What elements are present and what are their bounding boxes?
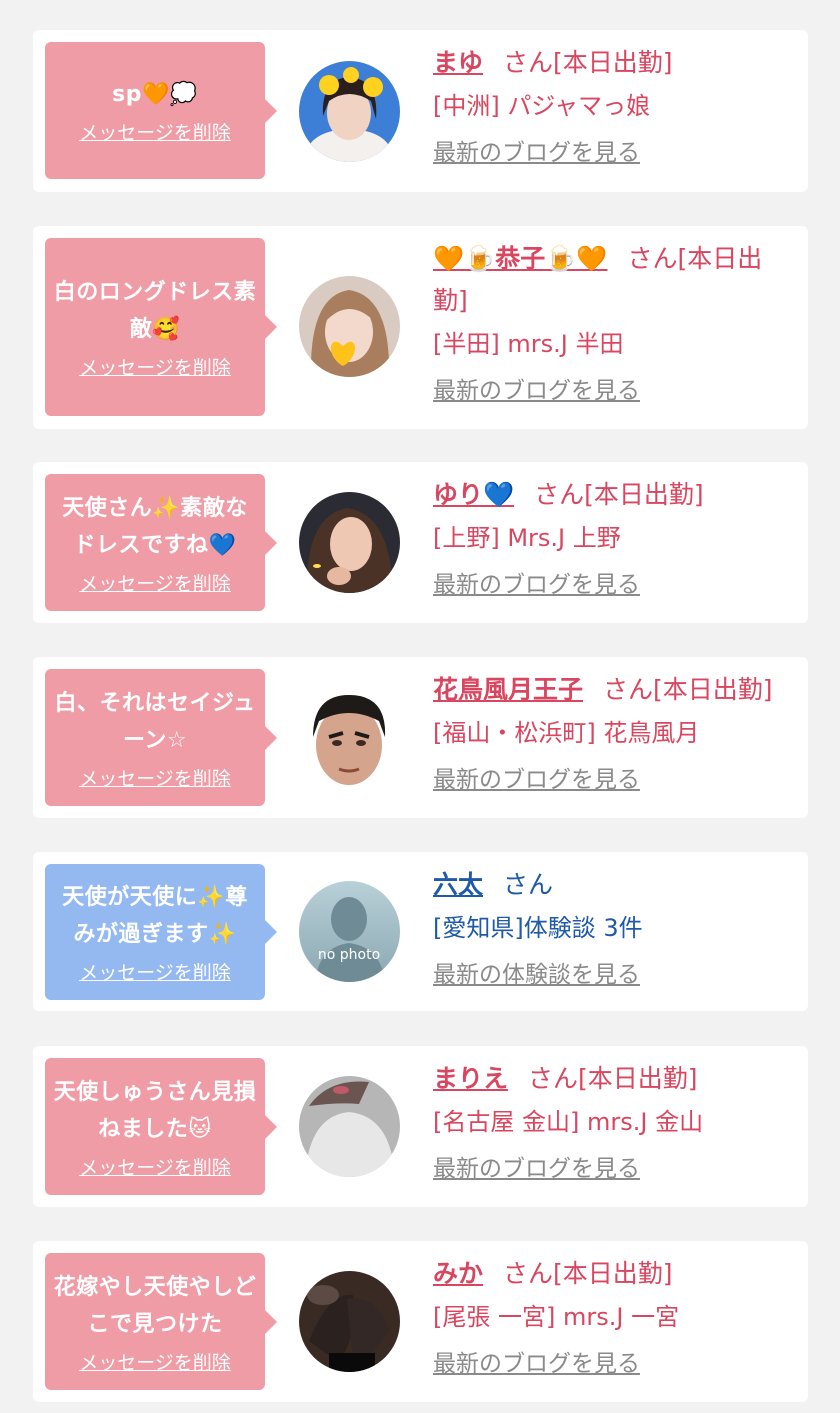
cast-info: みか さん[本日出勤] [尾張 一宮] mrs.J 一宮 最新のブログを見る: [433, 1253, 793, 1379]
review-count-label: [愛知県]体験談 3件: [433, 914, 643, 942]
message-card: 花嫁やし天使やしどこで見つけた メッセージを削除 みか さん[本日出勤] [尾張 …: [33, 1241, 808, 1402]
message-text: 天使が天使に✨尊みが過ぎます✨: [62, 885, 248, 947]
message-text: 白のロングドレス素敵🥰: [53, 280, 257, 342]
user-info: 六太 さん [愛知県]体験談 3件 最新の体験談を見る: [433, 864, 793, 990]
message-card: 天使しゅうさん見損ねました🐱 メッセージを削除 まりえ さん[本日出勤] [名古屋…: [33, 1046, 808, 1207]
cast-name-link[interactable]: まりえ: [433, 1064, 508, 1093]
view-blog-link[interactable]: 最新のブログを見る: [433, 765, 640, 795]
message-bubble: 天使が天使に✨尊みが過ぎます✨ メッセージを削除: [45, 864, 277, 1000]
cast-status: さん[本日出勤]: [603, 675, 773, 704]
delete-message-link[interactable]: メッセージを削除: [79, 1156, 231, 1180]
shop-label: [半田] mrs.J 半田: [433, 330, 624, 358]
delete-message-link[interactable]: メッセージを削除: [79, 961, 231, 985]
shop-label: [上野] Mrs.J 上野: [433, 524, 621, 552]
delete-message-link[interactable]: メッセージを削除: [79, 121, 231, 145]
cast-status: さん[本日出勤]: [528, 1064, 698, 1093]
message-text: sp🧡💭: [112, 82, 198, 107]
message-text: 花嫁やし天使やしどこで見つけた: [53, 1274, 257, 1337]
delete-message-link[interactable]: メッセージを削除: [79, 767, 231, 791]
cast-info: まりえ さん[本日出勤] [名古屋 金山] mrs.J 金山 最新のブログを見る: [433, 1058, 793, 1184]
message-bubble: 白のロングドレス素敵🥰 メッセージを削除: [45, 238, 277, 416]
avatar[interactable]: [299, 1271, 400, 1372]
no-photo-avatar[interactable]: no photo: [299, 881, 400, 982]
delete-message-link[interactable]: メッセージを削除: [79, 356, 231, 380]
message-text: 天使しゅうさん見損ねました🐱: [53, 1079, 257, 1142]
cast-name-link[interactable]: 🧡🍺恭子🍺🧡: [433, 244, 608, 273]
cast-status: さん[本日出勤]: [534, 480, 704, 509]
view-blog-link[interactable]: 最新のブログを見る: [433, 570, 640, 600]
view-reviews-link[interactable]: 最新の体験談を見る: [433, 960, 640, 990]
message-bubble: sp🧡💭 メッセージを削除: [45, 42, 277, 179]
message-text: 天使さん✨素敵なドレスですね💙: [62, 495, 248, 558]
avatar[interactable]: [299, 1076, 400, 1177]
message-list: sp🧡💭 メッセージを削除 まゆ さん[本日出勤] [中洲] パジャマっ娘 最新の…: [0, 0, 840, 1413]
message-bubble: 花嫁やし天使やしどこで見つけた メッセージを削除: [45, 1253, 277, 1390]
avatar[interactable]: [299, 492, 400, 593]
message-bubble: 天使しゅうさん見損ねました🐱 メッセージを削除: [45, 1058, 277, 1195]
cast-info: まゆ さん[本日出勤] [中洲] パジャマっ娘 最新のブログを見る: [433, 42, 793, 168]
message-card: 白、それはセイジューン☆ メッセージを削除 花鳥風月王子 さん[本日出勤] [福山…: [33, 657, 808, 818]
view-blog-link[interactable]: 最新のブログを見る: [433, 1154, 640, 1184]
message-bubble: 白、それはセイジューン☆ メッセージを削除: [45, 669, 277, 806]
shop-label: [中洲] パジャマっ娘: [433, 92, 651, 120]
avatar[interactable]: [299, 687, 400, 788]
cast-info: 🧡🍺恭子🍺🧡 さん[本日出勤] [半田] mrs.J 半田 最新のブログを見る: [433, 238, 793, 406]
view-blog-link[interactable]: 最新のブログを見る: [433, 138, 640, 168]
cast-info: 花鳥風月王子 さん[本日出勤] [福山・松浜町] 花鳥風月 最新のブログを見る: [433, 669, 793, 795]
message-card: 天使さん✨素敵なドレスですね💙 メッセージを削除 ゆり💙 さん[本日出勤] [上野…: [33, 462, 808, 623]
shop-label: [福山・松浜町] 花鳥風月: [433, 719, 700, 747]
cast-name-link[interactable]: ゆり💙: [433, 480, 514, 509]
cast-name-link[interactable]: まゆ: [433, 48, 483, 77]
no-photo-label: no photo: [318, 947, 380, 963]
message-card: 白のロングドレス素敵🥰 メッセージを削除 🧡🍺恭子🍺🧡 さん[本日出勤] [半田]…: [33, 226, 808, 429]
cast-name-link[interactable]: 花鳥風月王子: [433, 675, 583, 704]
view-blog-link[interactable]: 最新のブログを見る: [433, 376, 640, 406]
avatar[interactable]: [299, 61, 400, 162]
cast-status: さん[本日出勤]: [503, 1259, 673, 1288]
user-name-link[interactable]: 六太: [433, 870, 483, 899]
cast-info: ゆり💙 さん[本日出勤] [上野] Mrs.J 上野 最新のブログを見る: [433, 474, 793, 600]
message-card: sp🧡💭 メッセージを削除 まゆ さん[本日出勤] [中洲] パジャマっ娘 最新の…: [33, 30, 808, 192]
message-text: 白、それはセイジューン☆: [54, 690, 256, 753]
shop-label: [名古屋 金山] mrs.J 金山: [433, 1108, 704, 1136]
message-bubble: 天使さん✨素敵なドレスですね💙 メッセージを削除: [45, 474, 277, 611]
cast-name-link[interactable]: みか: [433, 1259, 483, 1288]
shop-label: [尾張 一宮] mrs.J 一宮: [433, 1303, 680, 1331]
cast-status: さん[本日出勤]: [503, 48, 673, 77]
avatar[interactable]: [299, 276, 400, 377]
message-card: 天使が天使に✨尊みが過ぎます✨ メッセージを削除 no photo 六太 さん […: [33, 852, 808, 1011]
user-suffix: さん: [503, 870, 554, 899]
delete-message-link[interactable]: メッセージを削除: [79, 572, 231, 596]
view-blog-link[interactable]: 最新のブログを見る: [433, 1349, 640, 1379]
delete-message-link[interactable]: メッセージを削除: [79, 1351, 231, 1375]
